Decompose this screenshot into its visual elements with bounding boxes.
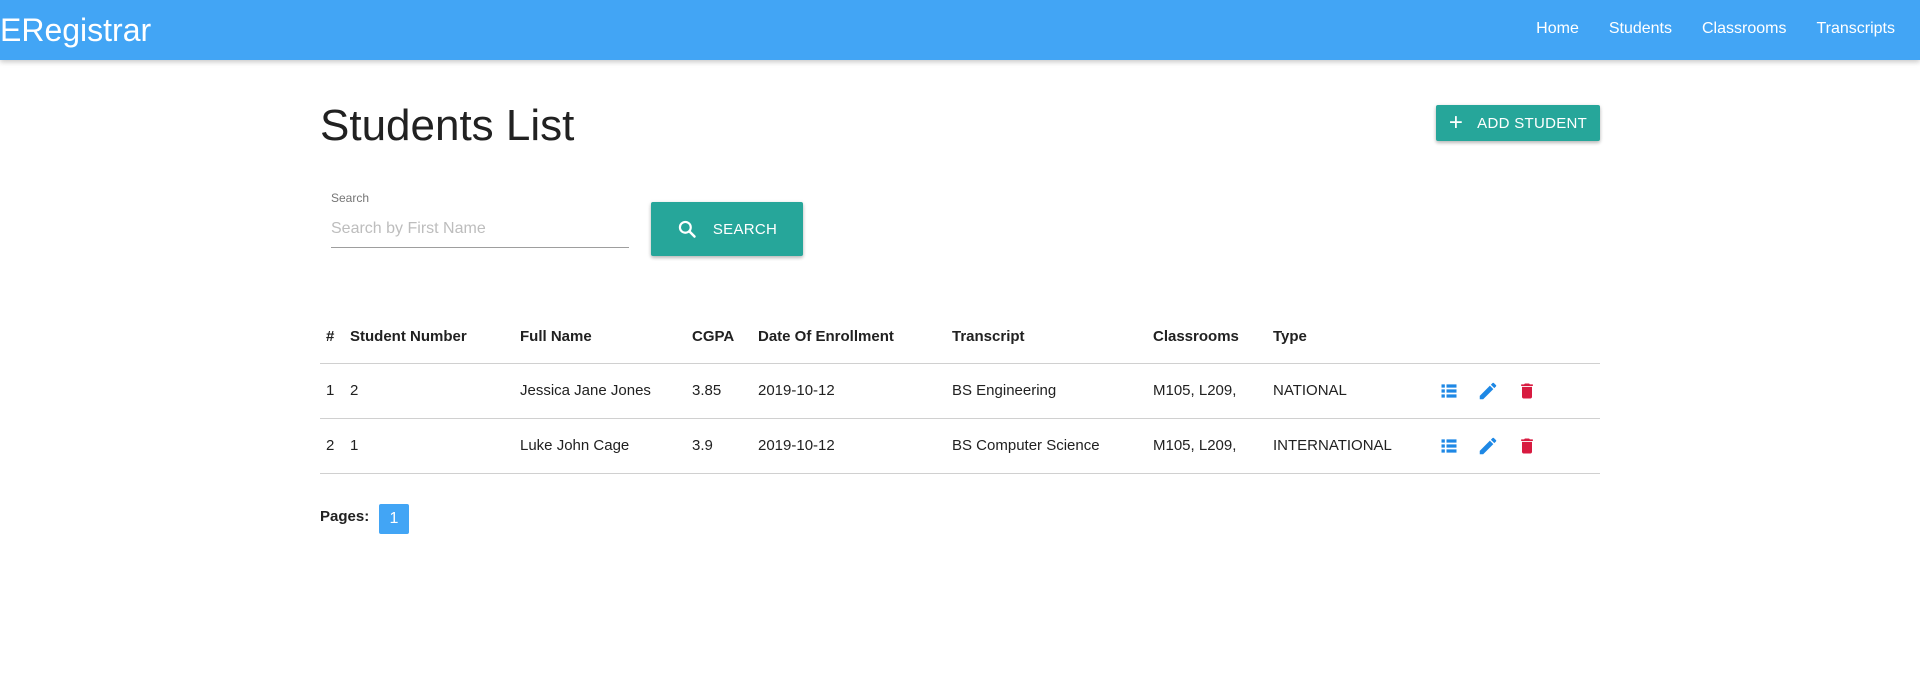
plus-icon: +	[1448, 109, 1464, 136]
brand-logo[interactable]: ERegistrar	[0, 10, 151, 50]
column-header-classrooms: Classrooms	[1147, 310, 1267, 364]
edit-icon[interactable]	[1476, 434, 1500, 458]
page-button-1[interactable]: 1	[379, 504, 409, 534]
delete-icon[interactable]	[1515, 434, 1539, 458]
search-button[interactable]: Search	[651, 202, 803, 256]
column-header-index: #	[320, 310, 344, 364]
column-header-enrollment: Date Of Enrollment	[752, 310, 946, 364]
column-header-full-name: Full Name	[514, 310, 686, 364]
cell-transcript: BS Engineering	[946, 363, 1147, 419]
cell-enrollment: 2019-10-12	[752, 418, 946, 474]
cell-enrollment: 2019-10-12	[752, 363, 946, 419]
nav-transcripts[interactable]: Transcripts	[1801, 0, 1910, 58]
edit-icon[interactable]	[1476, 379, 1500, 403]
search-label: Search	[331, 191, 370, 205]
add-student-button[interactable]: + Add Student	[1436, 105, 1600, 141]
list-icon[interactable]	[1437, 379, 1461, 403]
cell-transcript: BS Computer Science	[946, 418, 1147, 474]
students-table: # Student Number Full Name CGPA Date Of …	[320, 310, 1600, 474]
cell-classrooms: M105, L209,	[1147, 363, 1267, 419]
cell-actions	[1431, 363, 1600, 419]
cell-student-number: 2	[344, 363, 514, 419]
table-row: 2 1 Luke John Cage 3.9 2019-10-12 BS Com…	[320, 418, 1600, 474]
column-header-transcript: Transcript	[946, 310, 1147, 364]
top-navbar: ERegistrar Home Students Classrooms Tran…	[0, 0, 1920, 60]
pages-label: Pages:	[320, 508, 370, 525]
cell-student-number: 1	[344, 418, 514, 474]
nav-home[interactable]: Home	[1521, 0, 1594, 58]
nav-students[interactable]: Students	[1594, 0, 1687, 58]
cell-index: 2	[320, 418, 344, 474]
search-input[interactable]	[331, 210, 629, 248]
search-button-label: Search	[712, 220, 778, 238]
table-row: 1 2 Jessica Jane Jones 3.85 2019-10-12 B…	[320, 363, 1600, 419]
page-title: Students List	[320, 101, 575, 150]
column-header-cgpa: CGPA	[686, 310, 752, 364]
cell-cgpa: 3.9	[686, 418, 752, 474]
cell-actions	[1431, 418, 1600, 474]
search-icon	[678, 220, 696, 238]
cell-type: INTERNATIONAL	[1267, 418, 1431, 474]
list-icon[interactable]	[1437, 434, 1461, 458]
nav-classrooms[interactable]: Classrooms	[1687, 0, 1801, 58]
cell-index: 1	[320, 363, 344, 419]
cell-type: NATIONAL	[1267, 363, 1431, 419]
cell-full-name: Jessica Jane Jones	[514, 363, 686, 419]
table-header-row: # Student Number Full Name CGPA Date Of …	[320, 310, 1600, 364]
column-header-type: Type	[1267, 310, 1431, 364]
cell-cgpa: 3.85	[686, 363, 752, 419]
cell-classrooms: M105, L209,	[1147, 418, 1267, 474]
column-header-actions	[1431, 310, 1600, 364]
delete-icon[interactable]	[1515, 379, 1539, 403]
cell-full-name: Luke John Cage	[514, 418, 686, 474]
nav-links: Home Students Classrooms Transcripts	[1521, 0, 1910, 58]
column-header-student-number: Student Number	[344, 310, 514, 364]
add-student-label: Add Student	[1477, 114, 1588, 132]
